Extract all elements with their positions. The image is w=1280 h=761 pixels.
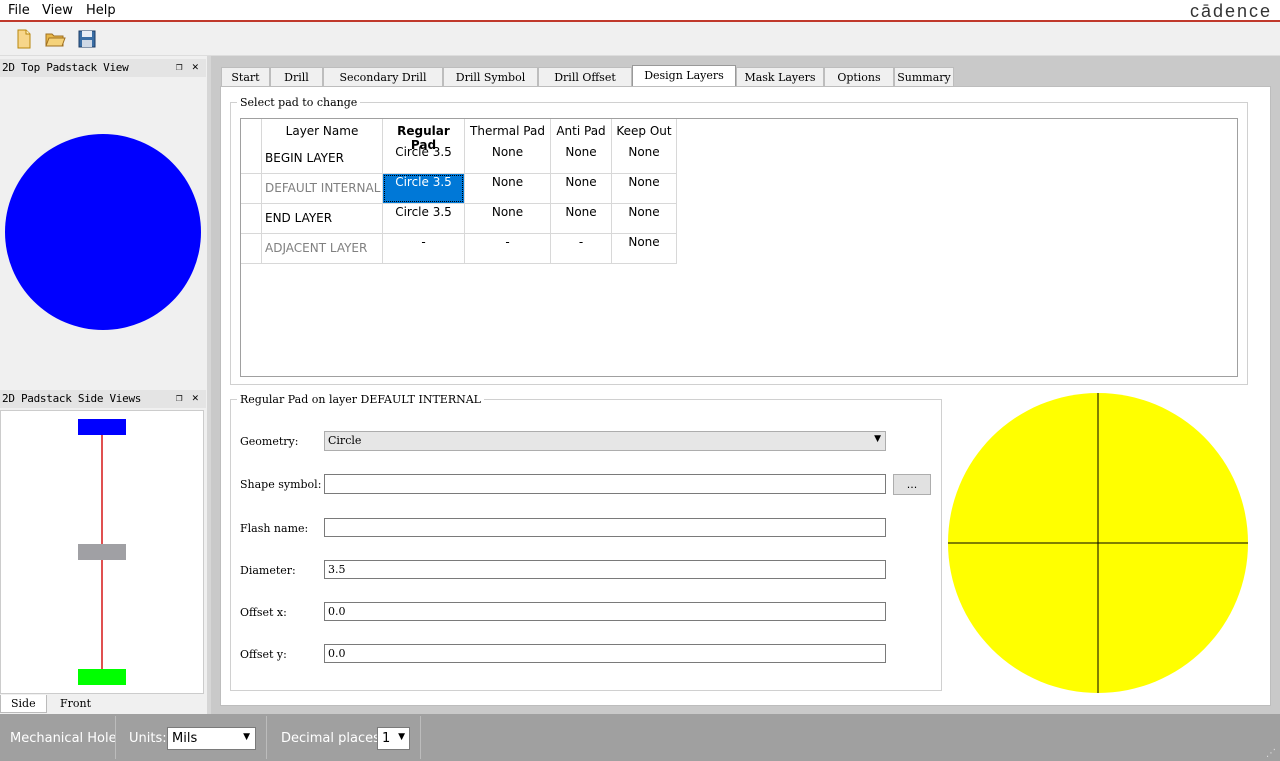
decimal-places-select[interactable]: 1 ▼ <box>377 727 410 750</box>
tab-summary[interactable]: Summary <box>894 67 954 86</box>
toolbar <box>0 22 1280 56</box>
chevron-down-icon: ▼ <box>874 434 881 444</box>
offset-y-label: Offset y: <box>240 648 287 661</box>
geometry-value: Circle <box>328 434 362 447</box>
cell-regular-pad[interactable]: Circle 3.5 <box>383 205 464 219</box>
row-layer-name[interactable]: END LAYER <box>265 211 332 225</box>
col-thermal-pad: Thermal Pad <box>470 124 545 138</box>
pad-preview <box>948 393 1248 693</box>
cell-anti-pad[interactable]: None <box>551 175 611 189</box>
cell-regular-pad-selected[interactable]: Circle 3.5 <box>383 174 464 203</box>
tab-drill-symbol[interactable]: Drill Symbol <box>443 67 538 86</box>
shape-symbol-input[interactable] <box>324 474 886 494</box>
diameter-input[interactable]: 3.5 <box>324 560 886 579</box>
offset-x-label: Offset x: <box>240 606 287 619</box>
float-icon[interactable]: ❐ <box>176 391 183 404</box>
pad-table: Layer Name Regular Pad Thermal Pad Anti … <box>240 118 1238 377</box>
save-disk-icon[interactable] <box>76 28 98 50</box>
chevron-down-icon: ▼ <box>243 732 250 742</box>
cell-keep-out[interactable]: None <box>612 145 676 159</box>
tab-front[interactable]: Front <box>50 695 101 713</box>
tab-drill[interactable]: Drill <box>270 67 323 86</box>
tab-mask-layers[interactable]: Mask Layers <box>736 67 824 86</box>
top-pad-canvas <box>5 134 201 330</box>
menu-bar: File View Help cādence <box>0 0 1280 22</box>
units-label: Units: <box>129 731 167 746</box>
cell-anti-pad[interactable]: None <box>551 205 611 219</box>
row-layer-name[interactable]: ADJACENT LAYER <box>265 241 367 255</box>
cell-thermal-pad[interactable]: - <box>465 235 550 249</box>
geometry-select[interactable]: Circle ▼ <box>324 431 886 451</box>
decimal-places-value: 1 <box>382 731 391 746</box>
geometry-label: Geometry: <box>240 435 299 448</box>
tab-design-layers[interactable]: Design Layers <box>632 65 736 87</box>
flash-name-input[interactable] <box>324 518 886 537</box>
side-view-title-bar: 2D Padstack Side Views ❐ ✕ <box>0 390 206 408</box>
tab-side[interactable]: Side <box>0 695 47 713</box>
menu-help[interactable]: Help <box>86 3 116 18</box>
mode-label: Mechanical Hole <box>10 731 117 746</box>
top-pad-circle <box>5 134 201 330</box>
side-view-canvas <box>78 419 126 685</box>
decimal-places-label: Decimal places: <box>281 731 385 746</box>
top-view-title-bar: 2D Top Padstack View ❐ ✕ <box>0 59 206 77</box>
cell-thermal-pad[interactable]: None <box>465 145 550 159</box>
col-layer-name: Layer Name <box>285 124 359 138</box>
units-select[interactable]: Mils ▼ <box>167 727 256 750</box>
menu-view[interactable]: View <box>42 3 73 18</box>
cell-regular-pad[interactable]: Circle 3.5 <box>383 145 464 159</box>
side-bottom-pad <box>78 669 126 685</box>
pad-form-title: Regular Pad on layer DEFAULT INTERNAL <box>237 393 484 406</box>
chevron-down-icon: ▼ <box>398 732 405 742</box>
side-view-tabs: Side Front <box>0 695 206 713</box>
tab-drill-offset[interactable]: Drill Offset <box>538 67 632 86</box>
row-layer-name[interactable]: DEFAULT INTERNAL <box>265 181 380 195</box>
top-view-title: 2D Top Padstack View <box>2 61 129 74</box>
diameter-label: Diameter: <box>240 564 296 577</box>
col-anti-pad: Anti Pad <box>556 124 606 138</box>
browse-button[interactable]: ... <box>893 474 931 495</box>
units-value: Mils <box>172 731 198 746</box>
cadence-logo: cādence <box>1189 1 1272 21</box>
side-internal-pad <box>78 544 126 560</box>
cell-keep-out[interactable]: None <box>612 205 676 219</box>
close-icon[interactable]: ✕ <box>192 60 199 73</box>
top-padstack-view <box>0 77 206 383</box>
tab-start[interactable]: Start <box>221 67 270 86</box>
shape-symbol-label: Shape symbol: <box>240 478 322 491</box>
tab-options[interactable]: Options <box>824 67 894 86</box>
row-layer-name[interactable]: BEGIN LAYER <box>265 151 344 165</box>
cell-thermal-pad[interactable]: None <box>465 175 550 189</box>
status-bar: Mechanical Hole Units: Mils ▼ Decimal pl… <box>0 714 1280 761</box>
select-pad-title: Select pad to change <box>237 96 361 109</box>
resize-grip-icon[interactable]: ⋰ <box>1266 748 1276 759</box>
open-folder-icon[interactable] <box>44 28 66 50</box>
side-top-pad <box>78 419 126 435</box>
tab-secondary-drill[interactable]: Secondary Drill <box>323 67 443 86</box>
menu-file[interactable]: File <box>8 3 30 18</box>
cell-keep-out[interactable]: None <box>612 175 676 189</box>
offset-x-input[interactable]: 0.0 <box>324 602 886 621</box>
new-file-icon[interactable] <box>13 28 35 50</box>
cell-regular-pad[interactable]: - <box>383 235 464 249</box>
cell-anti-pad[interactable]: - <box>551 235 611 249</box>
flash-name-label: Flash name: <box>240 522 309 535</box>
cell-anti-pad[interactable]: None <box>551 145 611 159</box>
offset-y-input[interactable]: 0.0 <box>324 644 886 663</box>
cell-keep-out[interactable]: None <box>612 235 676 249</box>
side-padstack-view <box>0 410 204 694</box>
close-icon[interactable]: ✕ <box>192 391 199 404</box>
col-keep-out: Keep Out <box>616 124 672 138</box>
float-icon[interactable]: ❐ <box>176 60 183 73</box>
side-view-title: 2D Padstack Side Views <box>2 392 142 405</box>
cell-thermal-pad[interactable]: None <box>465 205 550 219</box>
